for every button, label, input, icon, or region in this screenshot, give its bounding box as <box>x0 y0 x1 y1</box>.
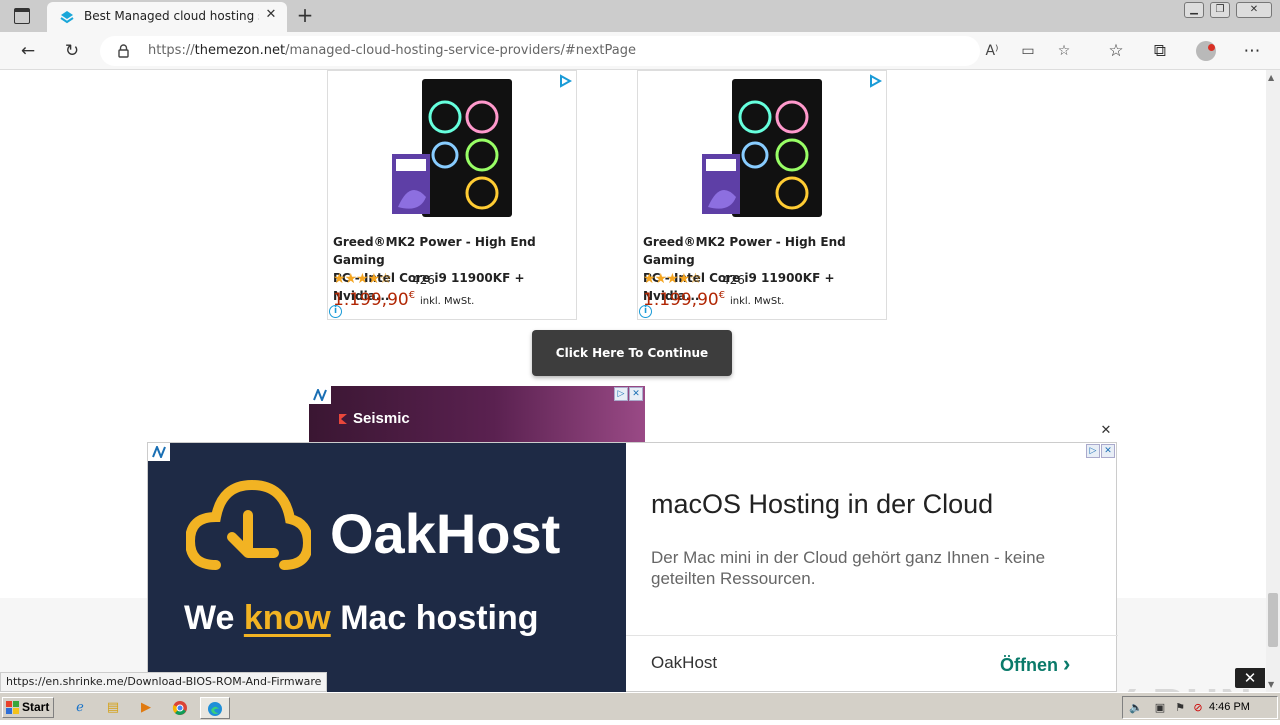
start-label: Start <box>22 700 50 714</box>
scrollbar-thumb[interactable] <box>1268 593 1278 647</box>
ad-info-icon[interactable]: i <box>639 305 652 318</box>
ad-advertiser: OakHost <box>651 653 718 672</box>
adchoices-icon[interactable]: ▷ <box>1086 444 1100 458</box>
taskbar-clock[interactable]: 4:46 PM <box>1209 701 1250 713</box>
oakhost-ad-image[interactable]: OakHost We know Mac hosting <box>148 443 626 693</box>
ad-headline[interactable]: macOS Hosting in der Cloud <box>651 489 993 520</box>
url-path: /managed-cloud-hosting-service-providers… <box>285 43 636 58</box>
minimize-icon[interactable]: ▁ <box>1184 2 1204 18</box>
ad-network-badge <box>309 386 331 404</box>
lock-icon[interactable] <box>118 44 129 58</box>
scroll-up-icon[interactable]: ▲ <box>1268 73 1274 82</box>
star-rating: ★★★★☆ <box>643 271 702 287</box>
tab-strip: Best Managed cloud hosting ser ✕ + ▁ ❐ ✕ <box>0 0 1280 32</box>
read-aloud-icon[interactable]: A⁾ <box>982 41 1002 61</box>
immersive-reader-icon[interactable]: ▭ <box>1018 41 1038 61</box>
seismic-logo-icon <box>339 414 347 424</box>
adchoices-icon[interactable]: ▷ <box>614 387 628 401</box>
ad-open-label: Öffnen <box>1000 655 1058 675</box>
oakhost-sticky-ad[interactable]: OakHost We know Mac hosting ▷ ✕ macOS Ho… <box>147 442 1118 693</box>
tagline-post: Mac hosting <box>330 599 539 637</box>
seismic-brand: Seismic <box>353 410 410 427</box>
ad-network-icon <box>313 389 327 401</box>
product-price: 1.199,90€ <box>643 290 725 310</box>
address-bar[interactable]: https://themezon.net/managed-cloud-hosti… <box>100 36 1070 66</box>
review-count: 426 <box>722 273 745 287</box>
restore-icon[interactable]: ❐ <box>1210 2 1230 18</box>
window-close-icon[interactable]: ✕ <box>1236 2 1272 18</box>
network-icon[interactable]: ▣ <box>1153 701 1167 715</box>
chevron-right-icon: › <box>1063 651 1071 676</box>
start-button[interactable]: Start <box>2 697 54 718</box>
url-prefix: https:// <box>148 43 195 58</box>
media-player-taskbar-icon[interactable]: ▶ <box>134 697 158 719</box>
ie-taskbar-icon[interactable]: ℯ <box>68 697 92 719</box>
profile-status-dot <box>1208 44 1215 51</box>
alert-icon[interactable]: ⊘ <box>1191 701 1205 715</box>
cloud-download-logo-icon <box>186 479 311 570</box>
star-rating: ★★★★☆ <box>333 271 392 287</box>
system-tray: 🔈 ▣ ⚑ ⊘ 4:46 PM <box>1122 696 1278 719</box>
favorites-icon[interactable]: ☆ <box>1105 41 1127 61</box>
tab-title: Best Managed cloud hosting ser <box>84 9 259 23</box>
product-ad-card[interactable]: Greed®MK2 Power - High End Gaming PC - In… <box>637 70 887 320</box>
browser-toolbar: ← ↻ https://themezon.net/managed-cloud-h… <box>0 32 1280 70</box>
url-text[interactable]: https://themezon.net/managed-cloud-hosti… <box>148 43 636 58</box>
oakhost-tagline: We know Mac hosting <box>184 599 539 638</box>
new-tab-button[interactable]: + <box>294 4 316 26</box>
volume-icon[interactable]: 🔈 <box>1129 701 1143 715</box>
ad-info-icon[interactable]: i <box>329 305 342 318</box>
product-price: 1.199,90€ <box>333 290 415 310</box>
ad-network-icon <box>152 446 166 458</box>
chrome-taskbar-icon[interactable] <box>168 697 192 719</box>
url-host: themezon.net <box>194 43 286 58</box>
collections-icon[interactable]: ⧉ <box>1149 41 1171 61</box>
settings-more-icon[interactable]: ⋯ <box>1241 41 1263 61</box>
ad-close-icon[interactable]: ✕ <box>1101 444 1115 458</box>
price-value: 1.199,90 <box>643 290 719 310</box>
adchoices-icon[interactable] <box>868 74 882 88</box>
vat-note: inkl. MwSt. <box>420 296 475 307</box>
product-ad-card[interactable]: Greed®MK2 Power - High End Gaming PC - In… <box>327 70 577 320</box>
price-currency: € <box>408 290 416 301</box>
ad-open-button[interactable]: Öffnen › <box>1000 651 1070 677</box>
refresh-icon[interactable]: ↻ <box>61 41 83 61</box>
tab-actions-icon[interactable] <box>14 8 30 24</box>
ad-description: Der Mac mini in der Cloud gehört ganz Ih… <box>651 548 1046 588</box>
edge-icon <box>208 702 222 716</box>
edge-taskbar-button-active[interactable] <box>200 697 230 719</box>
continue-button[interactable]: Click Here To Continue <box>532 330 732 376</box>
product-name-line1: Greed®MK2 Power - High End Gaming <box>643 235 846 267</box>
vat-note: inkl. MwSt. <box>730 296 785 307</box>
chrome-icon <box>172 701 187 715</box>
price-currency: € <box>718 290 726 301</box>
ad-close-icon[interactable]: ✕ <box>629 387 643 401</box>
gaming-pc-image <box>702 79 822 217</box>
back-icon[interactable]: ← <box>17 41 39 61</box>
add-favorite-icon[interactable]: ☆ <box>1054 41 1074 61</box>
tagline-highlight: know <box>243 599 331 637</box>
oakhost-wordmark: OakHost <box>330 502 561 565</box>
security-icon[interactable]: ⚑ <box>1173 701 1187 715</box>
scroll-down-icon[interactable]: ▼ <box>1268 680 1274 689</box>
review-count: 426 <box>412 273 435 287</box>
price-value: 1.199,90 <box>333 290 409 310</box>
adchoices-icon[interactable] <box>558 74 572 88</box>
profile-avatar[interactable] <box>1196 41 1216 61</box>
gaming-pc-image <box>392 79 512 217</box>
tab-active[interactable]: Best Managed cloud hosting ser ✕ <box>47 2 287 32</box>
tagline-pre: We <box>184 599 244 637</box>
tab-close-icon[interactable]: ✕ <box>263 7 279 25</box>
ad-divider <box>626 635 1118 636</box>
windows-flag-icon <box>6 701 19 714</box>
explorer-taskbar-icon[interactable]: ▤ <box>101 697 125 719</box>
site-favicon-icon <box>60 11 74 24</box>
sticky-ad-close-icon[interactable]: ✕ <box>1099 424 1113 438</box>
ad-network-badge <box>148 443 170 461</box>
status-bar-url: https://en.shrinke.me/Download-BIOS-ROM-… <box>0 672 328 692</box>
product-name-line1: Greed®MK2 Power - High End Gaming <box>333 235 536 267</box>
seismic-banner-ad[interactable]: ▷ ✕ Seismic <box>309 386 645 442</box>
windows-taskbar: Start ℯ ▤ ▶ 🔈 ▣ ⚑ ⊘ 4:46 PM <box>0 692 1280 720</box>
